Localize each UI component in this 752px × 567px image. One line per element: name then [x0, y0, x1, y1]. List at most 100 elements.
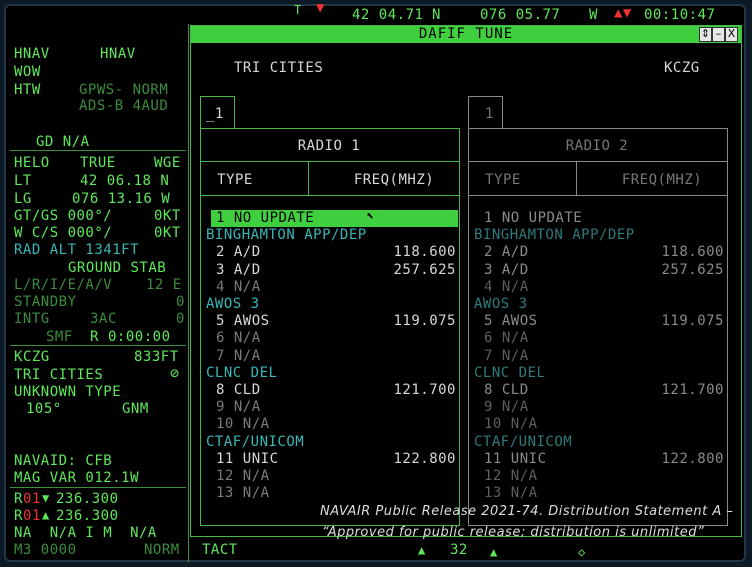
radio-2-col-type: TYPE [485, 172, 521, 188]
magvar-label: MAG VAR 012.1W [14, 470, 140, 486]
minimize-icon[interactable]: – [712, 27, 725, 42]
channel-item-label[interactable]: 11 UNIC [216, 451, 279, 467]
channel-item-label[interactable]: 2 A/D [216, 244, 261, 260]
channel-sel-label[interactable]: 1 NO UPDATE [216, 210, 314, 226]
panel-divider [188, 24, 189, 562]
channel-frequency: 119.075 [393, 313, 456, 330]
channel-na-label[interactable]: 12 N/A [484, 468, 538, 484]
adsb-status: ADS-B 4AUD [79, 98, 169, 114]
gd-status: GD N/A [36, 134, 90, 150]
lriav-label: L/R/I/E/A/V [14, 277, 113, 293]
channel-group-label: AWOS 3 [474, 296, 528, 312]
radio-a-prefix: R [14, 491, 23, 507]
lg-value: 076 13.16 W [72, 191, 171, 207]
m3-norm: NORM [144, 542, 180, 558]
channel-group-label: BINGHAMTON APP/DEP [206, 227, 367, 244]
channel-item-label[interactable]: 8 CLD [216, 382, 261, 398]
channel-na-label[interactable]: 6 N/A [216, 330, 261, 346]
radio-2-tab-label: 1 [485, 106, 494, 122]
channel-group-label: BINGHAMTON APP/DEP [474, 227, 635, 244]
channel-group-label: AWOS 3 [206, 296, 260, 312]
channel-group-label: CTAF/UNICOM [206, 433, 305, 450]
radio-a-num: 01 [23, 491, 41, 507]
channel-item-label[interactable]: 3 A/D [216, 262, 261, 278]
channel-frequency: 118.600 [393, 244, 456, 261]
waypoint-diamond-icon: ◇ [578, 545, 586, 559]
airport-gnm: GNM [122, 401, 149, 417]
channel-frequency: 122.800 [393, 450, 456, 467]
bottom-caret-icon: ▲ [418, 543, 426, 557]
channel-frequency: 118.600 [661, 244, 724, 261]
release-line-1: NAVAIR Public Release 2021-74. Distribut… [320, 504, 734, 519]
radio-a-down-icon: ▼ [42, 491, 50, 505]
channel-na-label[interactable]: 4 N/A [484, 279, 529, 295]
wcs-value: 0KT [154, 225, 181, 241]
tact-label: TACT [202, 542, 238, 558]
channel-na-label[interactable]: 10 N/A [484, 416, 538, 432]
channel-na-label[interactable]: 7 N/A [484, 348, 529, 364]
heading-caret-icon: ▼ [316, 4, 325, 16]
wge-label: WGE [154, 155, 181, 171]
channel-frequency: 257.625 [393, 261, 456, 278]
channel-na-label[interactable]: 4 N/A [216, 279, 261, 295]
lriav-value: 12 E [146, 277, 182, 293]
mfd-screen: T ▼ 42 04.71 N 076 05.77 W ▲▼ 00:10:47 H… [4, 4, 746, 562]
channel-na-label[interactable]: 12 N/A [216, 468, 270, 484]
channel-group-label: CLNC DEL [206, 364, 278, 381]
gtgs-label: GT/GS 000°/ [14, 208, 113, 224]
channel-frequency: 121.700 [393, 382, 456, 398]
channel-item-label[interactable]: 3 A/D [484, 262, 529, 278]
smf-time: 0:00:00 [108, 329, 171, 345]
radio-1-col-freq: FREQ(MHZ) [353, 172, 435, 188]
channel-item-label[interactable]: 5 AWOS [216, 313, 270, 329]
top-lon-hemi: W [589, 7, 598, 23]
restore-icon[interactable]: ⇕ [699, 27, 712, 42]
smf-r: R [90, 329, 99, 345]
top-time: 00:10:47 [644, 7, 716, 23]
channel-sel-label[interactable]: 1 NO UPDATE [484, 210, 582, 226]
radio-2-label: RADIO 2 [565, 138, 629, 154]
channel-group-label: CTAF/UNICOM [474, 433, 573, 450]
channel-na-label[interactable]: 13 N/A [484, 485, 538, 501]
channel-na-label[interactable]: 6 N/A [484, 330, 529, 346]
gpws-status: GPWS- NORM [79, 82, 169, 98]
radio-b-up-icon: ▲ [42, 508, 50, 522]
smf-label: SMF [46, 329, 73, 345]
channel-na-label[interactable]: 13 N/A [216, 485, 270, 501]
radio-b-freq: 236.300 [56, 508, 119, 524]
channel-item-label[interactable]: 11 UNIC [484, 451, 547, 467]
cursor-icon: ⬉ [366, 209, 375, 224]
channel-item-label[interactable]: 5 AWOS [484, 313, 538, 329]
airport-code: KCZG [14, 349, 50, 365]
radio-a-freq: 236.300 [56, 491, 119, 507]
htw-label: HTW [14, 82, 41, 98]
release-line-2: “Approved for public release; distributi… [322, 525, 705, 540]
channel-na-label[interactable]: 10 N/A [216, 416, 270, 432]
top-lat: 42 04.71 [352, 7, 424, 23]
channel-item-label[interactable]: 2 A/D [484, 244, 529, 260]
gtgs-value: 0KT [154, 208, 181, 224]
navaid-label: NAVAID: CFB [14, 453, 113, 469]
top-marker: T [294, 4, 302, 17]
close-icon[interactable]: X [725, 27, 738, 42]
channel-na-label[interactable]: 9 N/A [484, 399, 529, 415]
intg-label: INTG [14, 311, 50, 327]
channel-na-label[interactable]: 7 N/A [216, 348, 261, 364]
nav1-label: HNAV [14, 46, 50, 62]
top-lon: 076 05.77 [480, 7, 561, 23]
nav2-label: HNAV [100, 46, 136, 62]
location-code: KCZG [664, 60, 700, 76]
channel-frequency: 121.700 [661, 382, 724, 398]
channel-na-label[interactable]: 9 N/A [216, 399, 261, 415]
true-label: TRUE [80, 155, 116, 171]
channel-frequency: 257.625 [661, 261, 724, 278]
airport-type: UNKNOWN TYPE [14, 384, 122, 400]
bottom-number: 32 [450, 542, 468, 558]
window-title: DAFIF TUNE [418, 26, 514, 42]
channel-item-label[interactable]: 8 CLD [484, 382, 529, 398]
channel-group-label: CLNC DEL [474, 364, 546, 381]
standby-label: STANDBY [14, 294, 77, 310]
radio-b-num: 01 [23, 508, 41, 524]
window-titlebar[interactable]: DAFIF TUNE ⇕ – X [191, 26, 741, 43]
alert-triangles-icon: ▲▼ [614, 5, 632, 21]
